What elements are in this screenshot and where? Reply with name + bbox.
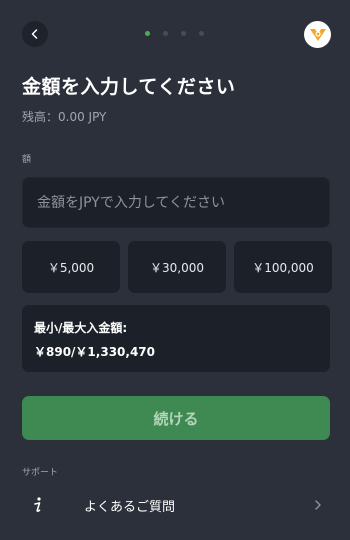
balance-text: 残高：0.00 JPY [22, 110, 107, 124]
preset-amounts: ￥5,000 ￥30,000 ￥100,000 [22, 241, 332, 293]
limits-label: 最小/最大入金額: [34, 321, 128, 335]
brand-logo [304, 21, 331, 48]
support-section-label: サポート [22, 468, 59, 478]
progress-dots [145, 31, 204, 36]
progress-dot [181, 31, 186, 36]
progress-dot [199, 31, 204, 36]
amount-label: 額 [22, 155, 32, 165]
preset-amount-button[interactable]: ￥5,000 [22, 241, 120, 293]
deposit-limits-card: 最小/最大入金額: ￥890/￥1,330,470 [22, 305, 330, 372]
amount-input[interactable] [22, 177, 330, 228]
chevron-right-icon [314, 496, 322, 515]
page-title: 金額を入力してください [22, 76, 236, 98]
info-icon [28, 496, 48, 514]
preset-amount-button[interactable]: ￥100,000 [234, 241, 332, 293]
continue-button[interactable]: 続ける [22, 396, 330, 440]
faq-row[interactable]: よくあるご質問 [22, 482, 330, 528]
faq-label: よくあるご質問 [84, 499, 176, 515]
limits-value: ￥890/￥1,330,470 [34, 345, 155, 359]
progress-dot [163, 31, 168, 36]
brand-logo-icon [309, 28, 326, 41]
preset-amount-button[interactable]: ￥30,000 [128, 241, 226, 293]
back-button[interactable] [22, 21, 48, 47]
progress-dot-active [145, 31, 150, 36]
chevron-left-icon [31, 29, 38, 39]
